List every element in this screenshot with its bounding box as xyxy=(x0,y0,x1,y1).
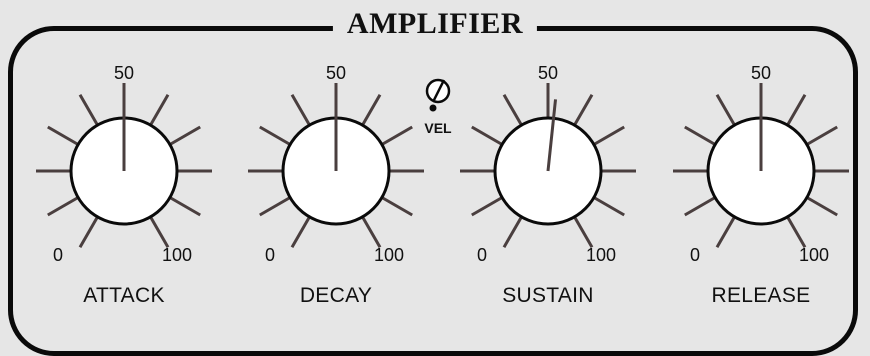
scale-tick xyxy=(502,94,523,126)
attack-knob-group: 50 0 100 ATTACK xyxy=(24,40,224,320)
scale-tick xyxy=(573,216,594,248)
sustain-knob-group: 50 0 100 SUSTAIN xyxy=(448,40,648,320)
scale-tick xyxy=(715,94,736,126)
scale-tick xyxy=(47,125,79,146)
scale-tick xyxy=(471,196,503,217)
sustain-min-label: 0 xyxy=(477,245,488,265)
decay-label: DECAY xyxy=(299,284,373,307)
sustain-mid-label: 50 xyxy=(537,63,559,83)
scale-tick xyxy=(381,125,413,146)
scale-tick xyxy=(78,216,99,248)
scale-tick xyxy=(786,216,807,248)
scale-tick xyxy=(290,94,311,126)
scale-tick xyxy=(361,216,382,248)
attack-label: ATTACK xyxy=(83,284,165,307)
scale-tick xyxy=(593,196,625,217)
release-label: RELEASE xyxy=(711,284,811,307)
sustain-label: SUSTAIN xyxy=(502,284,594,307)
scale-tick xyxy=(78,94,99,126)
scale-tick xyxy=(361,94,382,126)
decay-max-label: 100 xyxy=(374,245,405,265)
scale-tick xyxy=(169,196,201,217)
scale-tick xyxy=(806,196,838,217)
scale-tick xyxy=(259,196,291,217)
sustain-max-label: 100 xyxy=(586,245,617,265)
scale-tick xyxy=(786,94,807,126)
attack-mid-label: 50 xyxy=(113,63,135,83)
scale-tick xyxy=(47,196,79,217)
scale-tick xyxy=(259,125,291,146)
scale-tick xyxy=(471,125,503,146)
scale-tick xyxy=(502,216,523,248)
decay-mid-label: 50 xyxy=(325,63,347,83)
scale-tick xyxy=(381,196,413,217)
release-min-label: 0 xyxy=(690,245,701,265)
scale-tick xyxy=(149,216,170,248)
attack-min-label: 0 xyxy=(53,245,64,265)
decay-min-label: 0 xyxy=(265,245,276,265)
decay-knob-group: 50 0 100 DECAY xyxy=(236,40,436,320)
release-mid-label: 50 xyxy=(750,63,772,83)
release-knob-group: 50 0 100 RELEASE xyxy=(661,40,861,320)
scale-tick xyxy=(290,216,311,248)
amplifier-panel: AMPLIFIER 50 0 100 ATTACK 50 0 100 DECAY… xyxy=(0,0,870,356)
scale-tick xyxy=(806,125,838,146)
scale-tick xyxy=(169,125,201,146)
scale-tick xyxy=(593,125,625,146)
scale-tick xyxy=(684,125,716,146)
attack-max-label: 100 xyxy=(162,245,193,265)
scale-tick xyxy=(573,94,594,126)
scale-tick xyxy=(149,94,170,126)
scale-tick xyxy=(715,216,736,248)
scale-tick xyxy=(684,196,716,217)
release-max-label: 100 xyxy=(799,245,830,265)
